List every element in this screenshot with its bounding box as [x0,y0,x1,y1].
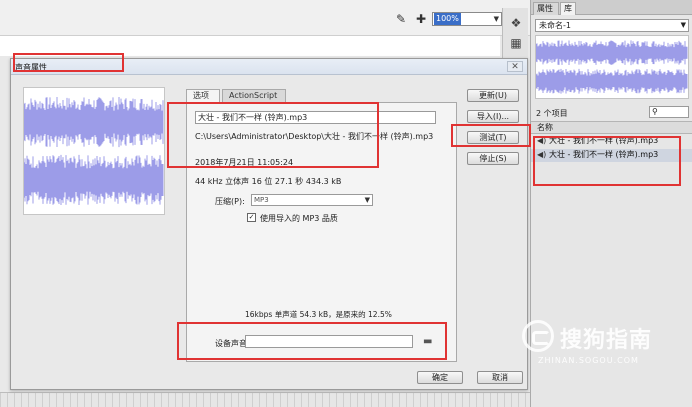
options-panel: 大壮 - 我们不一样 (铃声).mp3 C:\Users\Administrat… [186,102,457,362]
sogou-watermark: 搜狗指南 ZHINAN.SOGOU.COM [522,318,692,378]
sogou-logo-icon [522,320,554,352]
use-imported-mp3-label: 使用导入的 MP3 品质 [260,214,338,223]
stop-button[interactable]: 停止(S) [467,152,519,165]
edit-symbol-icon[interactable]: ✚ [414,12,428,26]
cancel-button[interactable]: 取消 [477,371,523,384]
library-item[interactable]: ◀) 大壮 - 我们不一样 (铃声).mp3 [531,149,692,162]
tab-library[interactable]: 库 [560,2,576,15]
stage-canvas[interactable] [0,36,500,56]
watermark-url: ZHINAN.SOGOU.COM [538,356,639,365]
chevron-down-icon: ▼ [493,15,499,23]
dialog-titlebar[interactable]: 声音属性 ✕ [11,59,527,75]
timeline-strip [0,392,530,407]
library-waveform-graphic [535,40,688,94]
update-button[interactable]: 更新(U) [467,89,519,102]
sound-icon: ◀) [537,150,547,159]
chevron-down-icon: ▼ [364,196,370,204]
library-preview [535,35,689,99]
compression-select[interactable]: MP3 ▼ [251,194,373,206]
library-search-input[interactable]: ⚲ [649,106,689,118]
tab-properties[interactable]: 属性 [533,2,559,15]
chevron-down-icon: ▼ [680,21,686,29]
import-button[interactable]: 导入(I)... [467,110,519,123]
bitrate-info: 16kbps 单声道 54.3 kB，是原来的 12.5% [245,310,392,319]
zoom-value: 100% [434,13,461,25]
use-imported-mp3-checkbox[interactable]: ✓ [247,213,256,222]
waveform-graphic [23,96,164,206]
library-document-select[interactable]: 未命名-1 ▼ [535,19,689,32]
color-swatch-icon[interactable]: ❖ [509,16,523,30]
library-item-name: 大壮 - 我们不一样 (铃声).mp3 [549,136,659,145]
library-tab-bar: 属性 库 [531,0,692,15]
tab-actionscript[interactable]: ActionScript [222,89,286,103]
compression-value: MP3 [254,196,269,204]
test-button[interactable]: 测试(T) [467,131,519,144]
top-toolbar: ✎ ✚ 100% ▼ [0,0,530,36]
file-format-info: 44 kHz 立体声 16 位 27.1 秒 434.3 kB [195,177,342,186]
sound-icon: ◀) [537,136,547,145]
library-column-name[interactable]: 名称 [531,121,692,134]
dialog-title: 声音属性 [15,63,47,72]
sound-properties-dialog: 声音属性 ✕ 选项 ActionScript 大壮 - 我们不一样 (铃声).m… [10,58,528,390]
close-icon[interactable]: ✕ [507,61,523,72]
file-date: 2018年7月21日 11:05:24 [195,158,294,167]
folder-icon[interactable]: ▬ [423,336,435,347]
search-icon: ⚲ [652,107,658,116]
side-tool-strip: ❖ ▦ [502,8,528,58]
zoom-select[interactable]: 100% ▼ [432,12,502,26]
grid-icon[interactable]: ▦ [509,36,523,50]
sound-name-input[interactable]: 大壮 - 我们不一样 (铃声).mp3 [195,111,436,124]
file-path: C:\Users\Administrator\Desktop\大壮 - 我们不一… [195,132,434,141]
compression-label: 压缩(P): [215,197,245,206]
ok-button[interactable]: 确定 [417,371,463,384]
library-item-count: 2 个项目 [536,109,568,118]
edit-scene-icon[interactable]: ✎ [394,12,408,26]
library-item[interactable]: ◀) 大壮 - 我们不一样 (铃声).mp3 [531,135,692,148]
device-sound-input[interactable] [245,335,413,348]
waveform-preview [23,87,165,215]
watermark-text: 搜狗指南 [560,328,653,353]
library-document-value: 未命名-1 [539,21,571,30]
tab-options[interactable]: 选项 [186,89,220,103]
library-item-name: 大壮 - 我们不一样 (铃声).mp3 [549,150,659,159]
